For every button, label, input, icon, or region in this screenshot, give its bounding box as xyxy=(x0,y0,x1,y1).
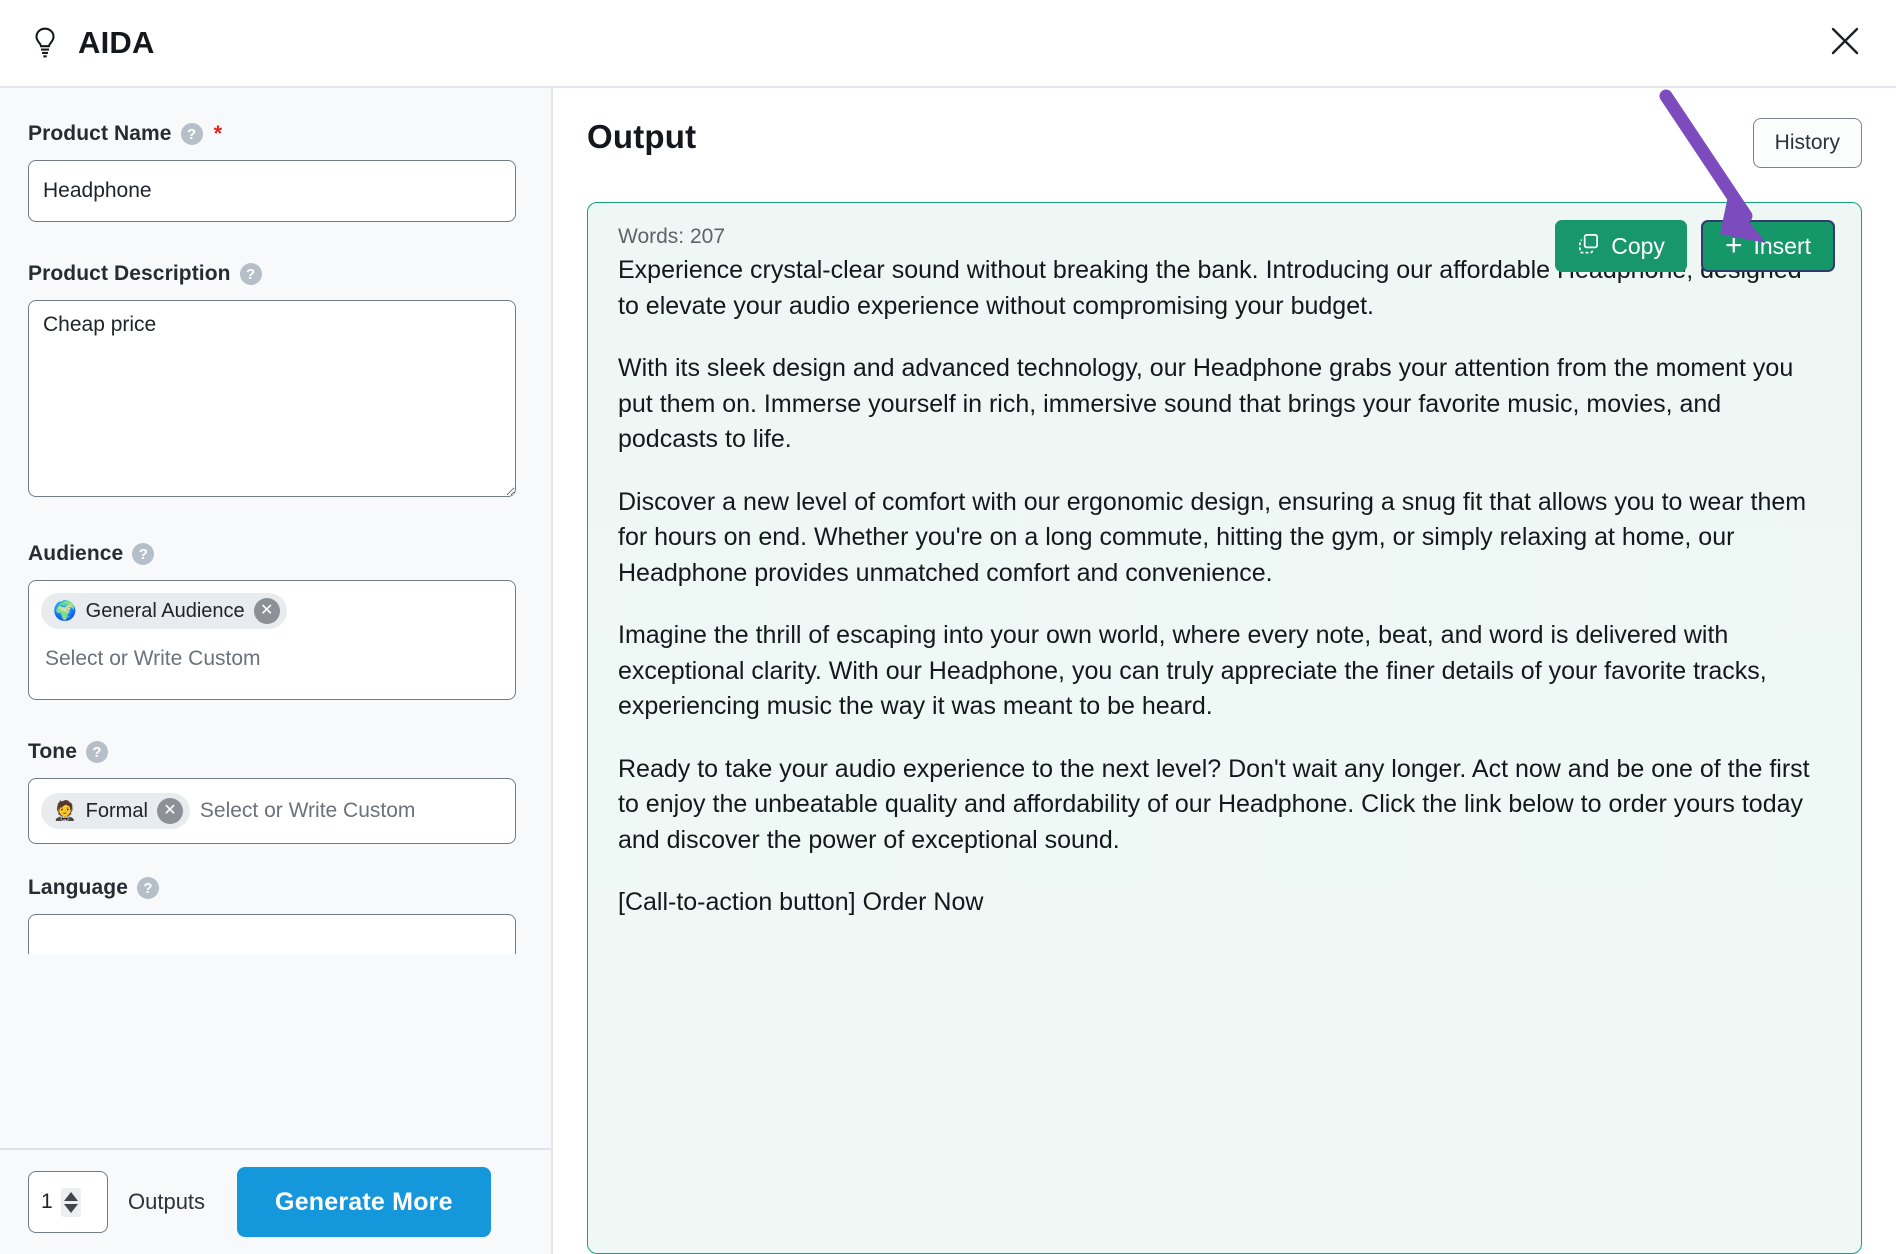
output-card: Copy + Insert Words: 207 Experience crys… xyxy=(587,202,1862,1254)
insert-button[interactable]: + Insert xyxy=(1700,220,1835,272)
audience-tag-label: General Audience xyxy=(85,599,245,622)
audience-label-row: Audience ? xyxy=(28,542,515,566)
field-product-name: Product Name ? * xyxy=(28,122,516,222)
help-icon[interactable]: ? xyxy=(239,263,262,285)
help-icon[interactable]: ? xyxy=(86,741,109,763)
language-label-row: Language ? xyxy=(28,876,515,900)
output-text: Experience crystal-clear sound without b… xyxy=(618,253,1831,921)
output-card-actions: Copy + Insert xyxy=(1555,220,1835,272)
product-description-textarea[interactable] xyxy=(28,300,516,497)
form-panel: Product Name ? * Product Description ? xyxy=(0,88,553,1254)
outputs-label: Outputs xyxy=(128,1189,206,1214)
help-icon[interactable]: ? xyxy=(180,123,203,145)
product-name-label-row: Product Name ? * xyxy=(28,122,515,146)
dialog-titlebar: AIDA xyxy=(0,0,1896,88)
tone-label-row: Tone ? xyxy=(28,740,515,764)
product-description-label-row: Product Description ? xyxy=(28,262,515,286)
help-icon[interactable]: ? xyxy=(136,877,159,899)
copy-label: Copy xyxy=(1611,232,1665,259)
form-fields: Product Name ? * Product Description ? xyxy=(0,88,551,1148)
tone-select[interactable]: 🤵 Formal ✕ Select or Write Custom xyxy=(28,778,516,844)
product-name-label: Product Name xyxy=(28,122,172,145)
close-button[interactable] xyxy=(1822,20,1868,66)
language-select[interactable] xyxy=(28,914,516,954)
tone-tag: 🤵 Formal ✕ xyxy=(41,793,190,829)
product-name-input[interactable] xyxy=(28,160,516,222)
field-product-description: Product Description ? xyxy=(28,262,516,502)
audience-select[interactable]: 🌍 General Audience ✕ Select or Write Cus… xyxy=(28,580,516,700)
audience-label: Audience xyxy=(28,542,124,565)
form-footer: 1 Outputs Generate More xyxy=(0,1148,551,1254)
outputs-count: 1 xyxy=(41,1190,53,1213)
help-icon[interactable]: ? xyxy=(132,543,155,565)
output-title: Output xyxy=(587,118,697,155)
person-in-suit-icon: 🤵 xyxy=(53,800,77,822)
tone-placeholder[interactable]: Select or Write Custom xyxy=(200,799,416,823)
copy-button[interactable]: Copy xyxy=(1555,220,1687,272)
language-label: Language xyxy=(28,876,128,899)
audience-placeholder[interactable]: Select or Write Custom xyxy=(41,647,503,671)
output-paragraph: Ready to take your audio experience to t… xyxy=(618,754,1810,854)
aida-dialog: AIDA Product Name ? * Headphone Product … xyxy=(0,0,1896,1254)
output-paragraph: Discover a new level of comfort with our… xyxy=(618,487,1807,587)
globe-icon: 🌍 xyxy=(53,600,77,622)
remove-tag-icon[interactable]: ✕ xyxy=(156,798,183,824)
output-header: Output History xyxy=(587,118,1862,176)
history-button[interactable]: History xyxy=(1752,118,1862,168)
required-marker: * xyxy=(213,121,223,146)
stepper-arrows[interactable] xyxy=(60,1187,81,1217)
generate-more-button[interactable]: Generate More xyxy=(237,1167,491,1237)
outputs-stepper[interactable]: 1 xyxy=(28,1171,108,1233)
output-paragraph: [Call-to-action button] Order Now xyxy=(618,888,984,916)
output-panel: Output History Copy + Insert Words: 207 … xyxy=(553,88,1896,1254)
lightbulb-icon xyxy=(30,26,60,60)
remove-tag-icon[interactable]: ✕ xyxy=(253,598,280,624)
chevron-up-icon[interactable] xyxy=(63,1191,78,1201)
tone-tag-label: Formal xyxy=(85,799,148,822)
brand: AIDA xyxy=(30,25,155,61)
chevron-down-icon[interactable] xyxy=(63,1203,78,1213)
plus-icon: + xyxy=(1724,229,1743,262)
copy-icon xyxy=(1577,232,1600,261)
audience-tag: 🌍 General Audience ✕ xyxy=(41,593,287,629)
insert-label: Insert xyxy=(1753,232,1811,259)
close-icon xyxy=(1828,24,1862,63)
product-description-label: Product Description xyxy=(28,262,231,285)
output-paragraph: With its sleek design and advanced techn… xyxy=(618,354,1794,453)
dialog-title: AIDA xyxy=(78,25,155,60)
field-language: Language ? xyxy=(28,876,516,954)
tone-label: Tone xyxy=(28,740,78,763)
dialog-body: Product Name ? * Product Description ? xyxy=(0,88,1896,1254)
output-paragraph: Imagine the thrill of escaping into your… xyxy=(618,621,1767,720)
field-tone: Tone ? 🤵 Formal ✕ Select or Write Custom xyxy=(28,740,516,844)
field-audience: Audience ? 🌍 General Audience ✕ Select o… xyxy=(28,542,516,700)
